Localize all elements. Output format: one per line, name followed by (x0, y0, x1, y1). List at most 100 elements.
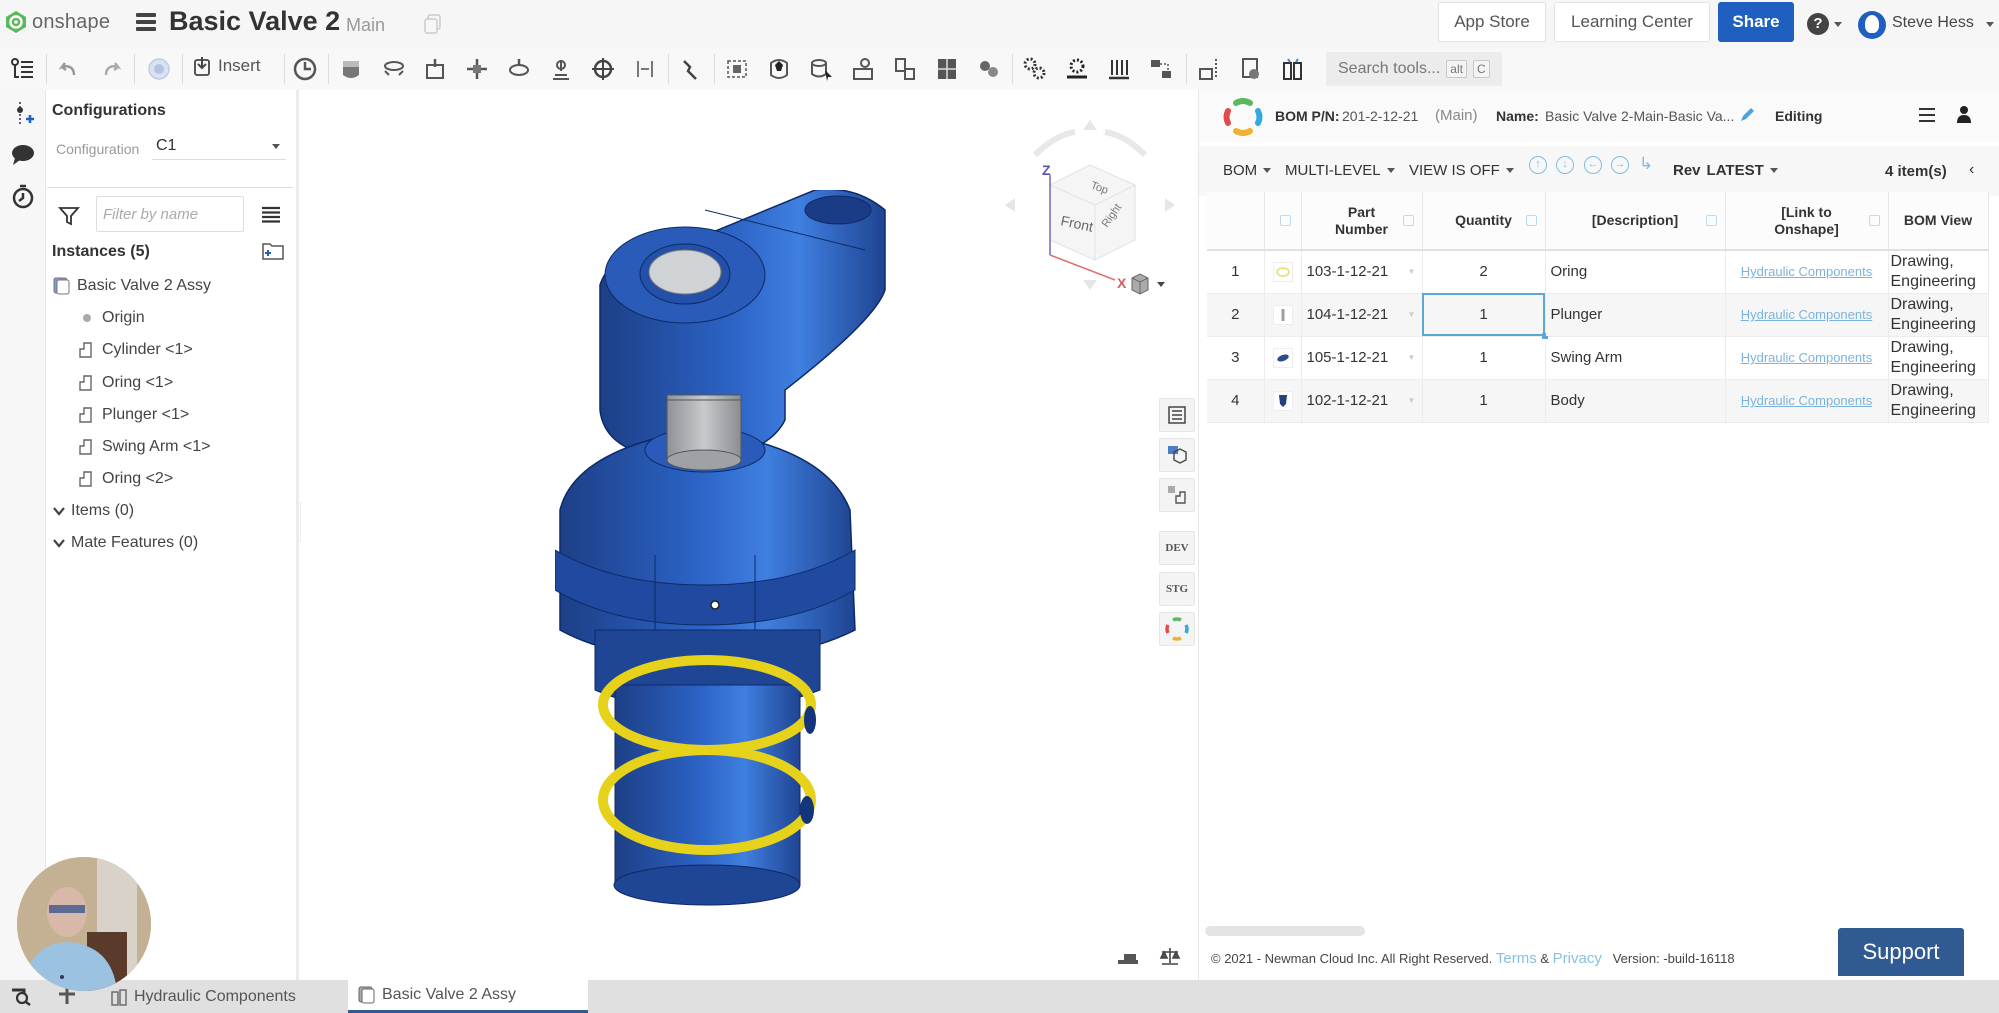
undo-icon[interactable] (56, 57, 82, 81)
tree-item-assembly[interactable]: Basic Valve 2 Assy (53, 274, 211, 298)
view-menu-dropdown[interactable]: VIEW IS OFF (1409, 162, 1514, 179)
fastened-mate-icon[interactable] (338, 57, 364, 81)
user-menu-caret[interactable] (1986, 22, 1994, 27)
description-cell[interactable]: Oring (1545, 250, 1726, 294)
support-button[interactable]: Support (1838, 928, 1964, 976)
mate-connector-icon[interactable] (724, 57, 750, 81)
bom-menu-icon[interactable] (1919, 108, 1935, 122)
tree-item-part[interactable]: Plunger <1> (78, 403, 189, 427)
slider-mate-icon[interactable] (422, 57, 448, 81)
copy-document-icon[interactable] (424, 14, 442, 34)
tree-item-origin[interactable]: Origin (78, 306, 145, 330)
part-number-cell[interactable]: 103-1-12-21 ▼ (1301, 250, 1423, 294)
dev-button[interactable]: DEV (1159, 531, 1195, 565)
column-filter-icon[interactable] (1705, 215, 1717, 226)
explode-view-icon[interactable] (934, 57, 960, 81)
group-icon[interactable] (766, 57, 792, 81)
user-avatar[interactable] (1858, 11, 1886, 39)
column-header-bom-view[interactable]: BOM View (1888, 192, 1989, 251)
redo-icon[interactable] (98, 57, 124, 81)
column-filter-icon[interactable] (1868, 215, 1880, 226)
column-filter-icon[interactable] (1402, 215, 1414, 226)
level-menu-dropdown[interactable]: MULTI-LEVEL (1285, 162, 1395, 179)
pin-slot-mate-icon[interactable] (548, 57, 574, 81)
named-views-icon[interactable] (146, 57, 172, 81)
linear-relation-icon[interactable] (1148, 57, 1174, 81)
onshape-link[interactable]: Hydraulic Components (1741, 264, 1873, 279)
table-row[interactable]: 2 104-1-12-21 ▼ 1 Plunger Hydraulic Component… (1207, 293, 1989, 339)
history-timer-icon[interactable] (10, 184, 36, 210)
revolute-mate-icon[interactable] (381, 57, 407, 81)
part-number-cell[interactable]: 104-1-12-21 ▼ (1301, 293, 1423, 337)
configuration-select[interactable]: C1 (152, 130, 286, 160)
column-header-quantity[interactable]: Quantity (1422, 192, 1546, 251)
main-menu-icon[interactable] (136, 13, 156, 31)
move-left-icon[interactable]: ← (1584, 156, 1602, 174)
quantity-cell[interactable]: 1 (1422, 336, 1546, 380)
privacy-link[interactable]: Privacy (1553, 950, 1602, 967)
tab-hydraulic-components[interactable]: Hydraulic Components (100, 980, 340, 1013)
insert-button[interactable]: Insert (194, 56, 261, 76)
bom-app-icon[interactable] (1280, 57, 1306, 81)
animation-timer-icon[interactable] (292, 57, 318, 81)
feature-list-icon[interactable] (9, 57, 35, 81)
bom-menu-dropdown[interactable]: BOM (1223, 162, 1272, 179)
appearance-panel-button[interactable] (1159, 438, 1195, 472)
user-name[interactable]: Steve Hess (1892, 14, 1974, 32)
help-dropdown-caret[interactable] (1834, 22, 1842, 27)
part-number-cell[interactable]: 102-1-12-21 ▼ (1301, 379, 1423, 423)
learning-center-button[interactable]: Learning Center (1554, 2, 1710, 42)
render-mode-dropdown[interactable] (1128, 272, 1168, 296)
horizontal-scrollbar[interactable] (1205, 926, 1365, 936)
comments-icon[interactable] (10, 142, 36, 168)
bom-panel-button[interactable] (1159, 398, 1195, 432)
mate-relation-icon[interactable] (850, 57, 876, 81)
bom-view-cell[interactable]: Drawing, Engineering (1888, 293, 1989, 337)
bom-view-cell[interactable]: Drawing, Engineering (1888, 250, 1989, 294)
screw-relation-icon[interactable] (1106, 57, 1132, 81)
move-down-icon[interactable]: ↓ (1556, 156, 1574, 174)
items-section-toggle[interactable]: Items (0) (53, 499, 134, 523)
move-right-icon[interactable]: → (1611, 156, 1629, 174)
column-filter-icon[interactable] (1279, 215, 1291, 226)
bom-view-cell[interactable]: Drawing, Engineering (1888, 336, 1989, 380)
table-row[interactable]: 4 102-1-12-21 ▼ 1 Body Hydraulic Components Dr… (1207, 379, 1989, 423)
filter-by-name-input[interactable] (96, 196, 244, 232)
share-button[interactable]: Share (1718, 2, 1794, 42)
part-number-cell[interactable]: 105-1-12-21 ▼ (1301, 336, 1423, 380)
add-folder-icon[interactable] (261, 241, 285, 261)
bom-view-cell[interactable]: Drawing, Engineering (1888, 379, 1989, 423)
column-filter-icon[interactable] (1525, 215, 1537, 226)
edit-pencil-icon[interactable] (1738, 106, 1756, 124)
replicate-icon[interactable] (808, 57, 834, 81)
tab-basic-valve-2-assy[interactable]: Basic Valve 2 Assy (348, 980, 588, 1013)
description-cell[interactable]: Plunger (1545, 293, 1726, 337)
column-header-part-number[interactable]: Part Number (1301, 192, 1423, 251)
onshape-link[interactable]: Hydraulic Components (1741, 307, 1873, 322)
onshape-logo[interactable]: onshape (4, 10, 110, 34)
terms-link[interactable]: Terms (1496, 950, 1537, 967)
move-up-icon[interactable]: ↑ (1529, 156, 1547, 174)
app-store-button[interactable]: App Store (1438, 2, 1546, 42)
quantity-cell[interactable]: 2 (1422, 250, 1546, 294)
tree-item-part[interactable]: Swing Arm <1> (78, 435, 211, 459)
document-title[interactable]: Basic Valve 2 (169, 6, 340, 37)
balance-scale-icon[interactable] (1158, 946, 1182, 966)
linear-pattern-icon[interactable] (892, 57, 918, 81)
column-header-thumbnail[interactable] (1264, 192, 1302, 251)
measure-icon[interactable] (1196, 57, 1222, 81)
search-tabs-icon[interactable] (10, 986, 32, 1006)
gear-relation-icon[interactable] (1022, 57, 1048, 81)
bom-user-icon[interactable] (1956, 105, 1972, 123)
table-row[interactable]: 3 105-1-12-21 ▼ 1 Swing Arm Hydraulic Compone… (1207, 336, 1989, 380)
description-cell[interactable]: Body (1545, 379, 1726, 423)
filter-icon[interactable] (58, 205, 80, 227)
document-branch[interactable]: Main (346, 15, 385, 36)
list-view-icon[interactable] (261, 206, 281, 224)
onshape-link[interactable]: Hydraulic Components (1741, 350, 1873, 365)
onshape-link[interactable]: Hydraulic Components (1741, 393, 1873, 408)
valve-assembly-model[interactable] (555, 190, 895, 910)
quantity-cell[interactable]: 1 (1422, 379, 1546, 423)
collapse-panel-icon[interactable]: ‹ (1969, 161, 1974, 179)
help-icon[interactable]: ? (1807, 13, 1829, 35)
